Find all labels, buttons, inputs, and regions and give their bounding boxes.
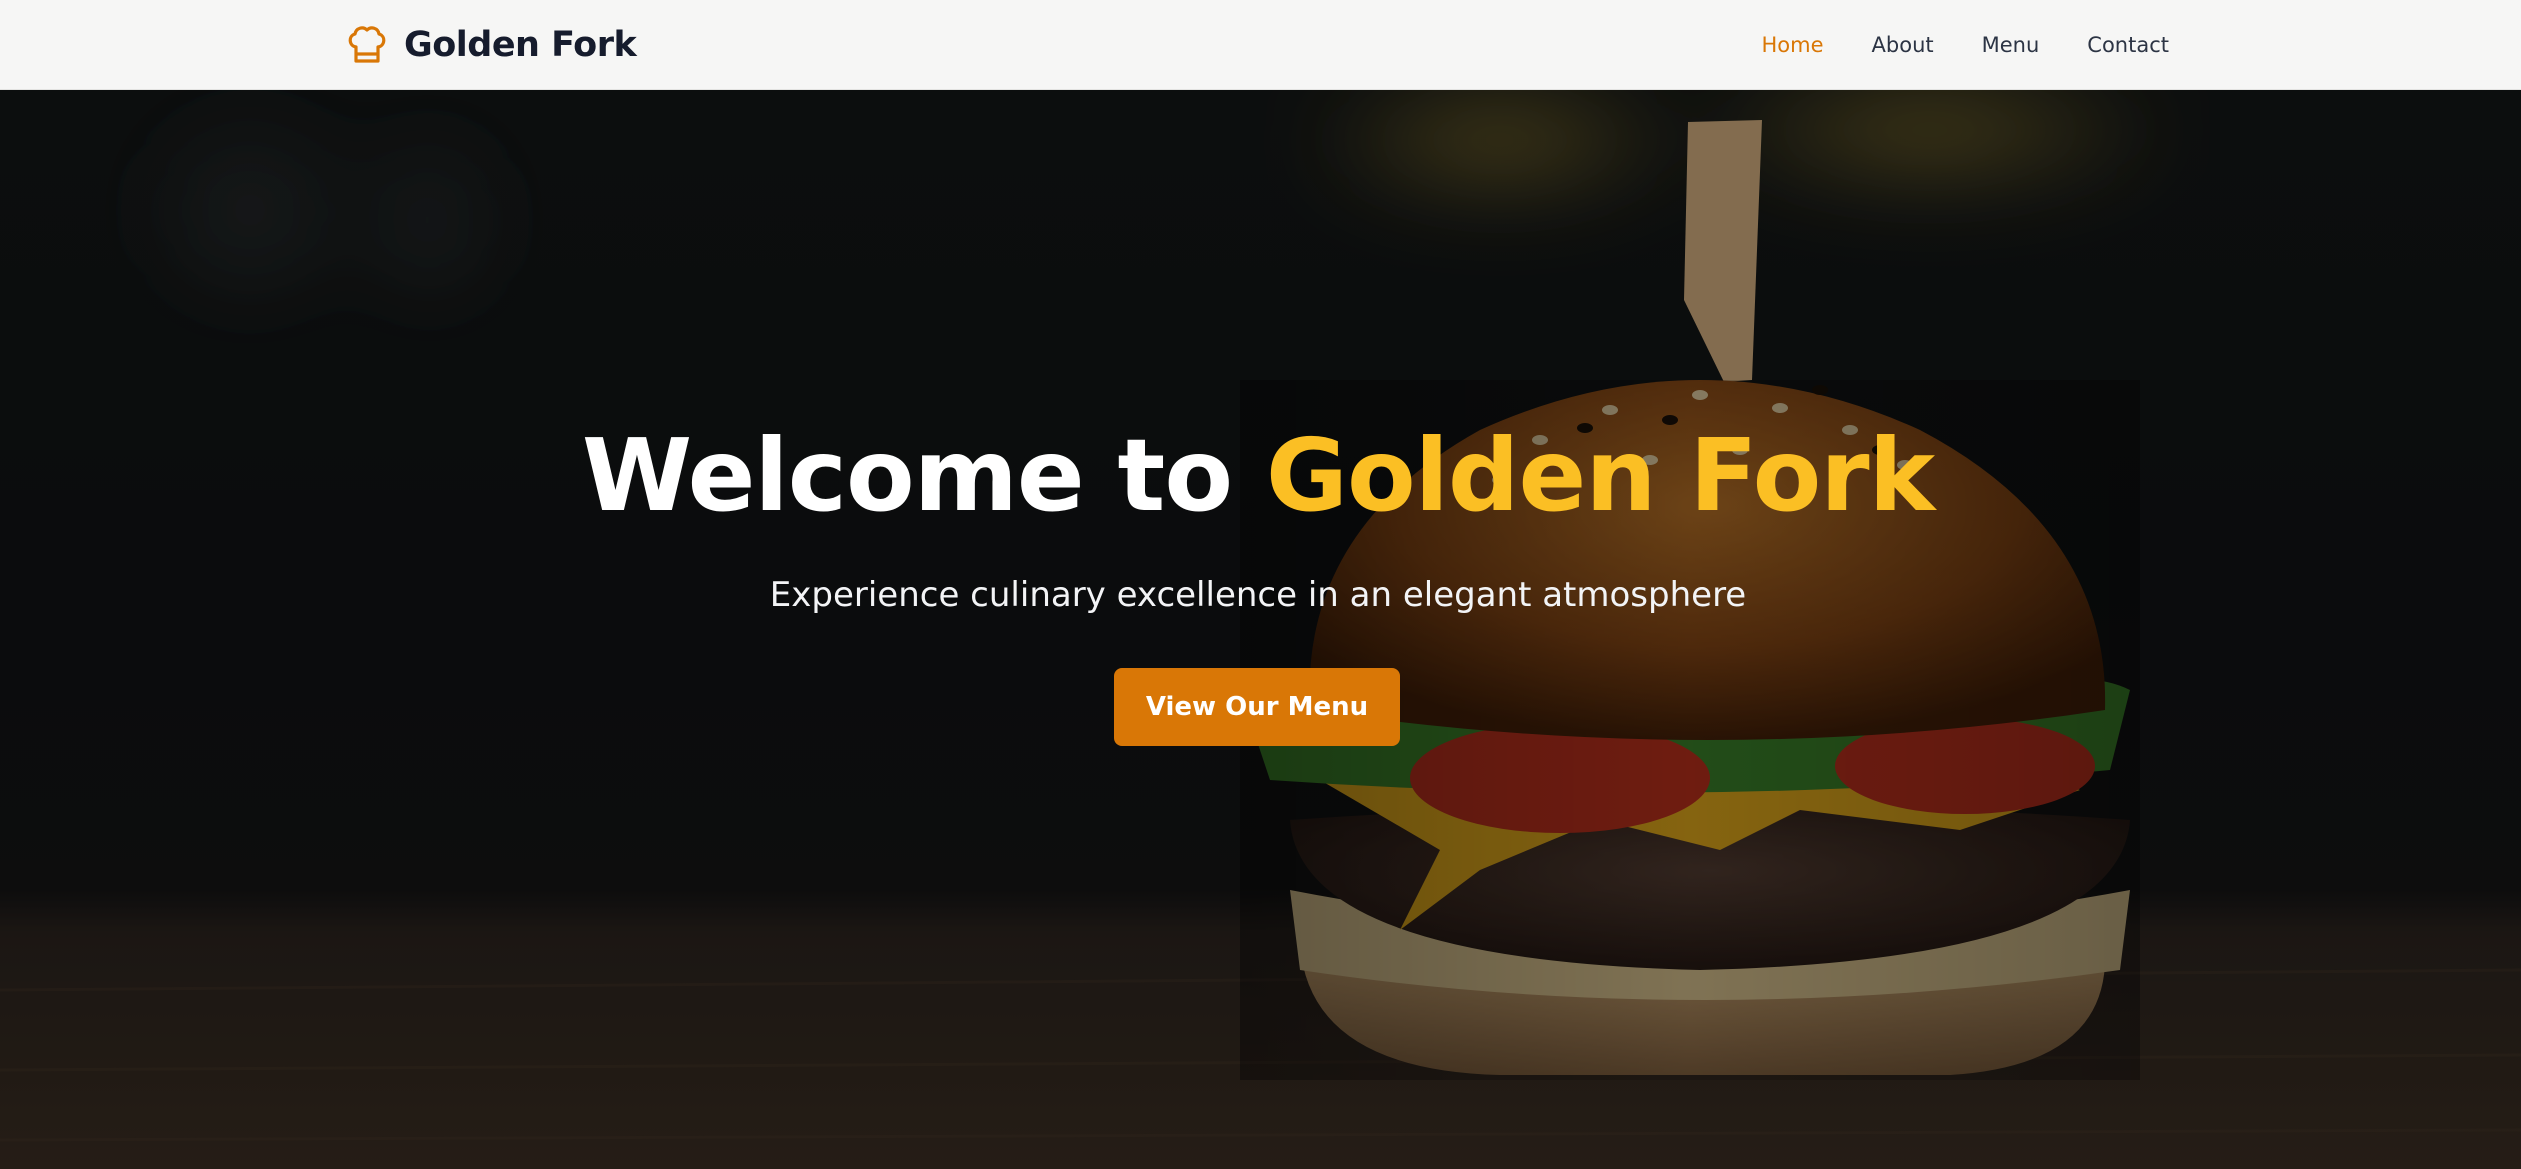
nav-link-about[interactable]: About bbox=[1872, 33, 1934, 57]
hero-title: Welcome to Golden Fork bbox=[0, 426, 2516, 526]
hero-subtitle: Experience culinary excellence in an ele… bbox=[769, 575, 1747, 615]
brand-name: Golden Fork bbox=[404, 25, 637, 65]
hero-title-highlight: Golden Fork bbox=[1265, 417, 1935, 534]
hero-content: Welcome to Golden Fork Experience culina… bbox=[0, 90, 2521, 1169]
hero-section: Welcome to Golden Fork Experience culina… bbox=[0, 90, 2521, 1169]
nav-link-home[interactable]: Home bbox=[1762, 33, 1824, 57]
hero-title-prefix: Welcome to bbox=[581, 417, 1266, 534]
brand-logo[interactable]: Golden Fork bbox=[345, 0, 637, 90]
chef-hat-icon bbox=[348, 26, 386, 63]
nav-link-menu[interactable]: Menu bbox=[1982, 33, 2040, 57]
site-header: Golden Fork Home About Menu Contact bbox=[0, 0, 2521, 90]
main-nav: Home About Menu Contact bbox=[1762, 0, 2169, 90]
view-menu-button[interactable]: View Our Menu bbox=[1114, 668, 1400, 746]
nav-link-contact[interactable]: Contact bbox=[2087, 33, 2169, 57]
